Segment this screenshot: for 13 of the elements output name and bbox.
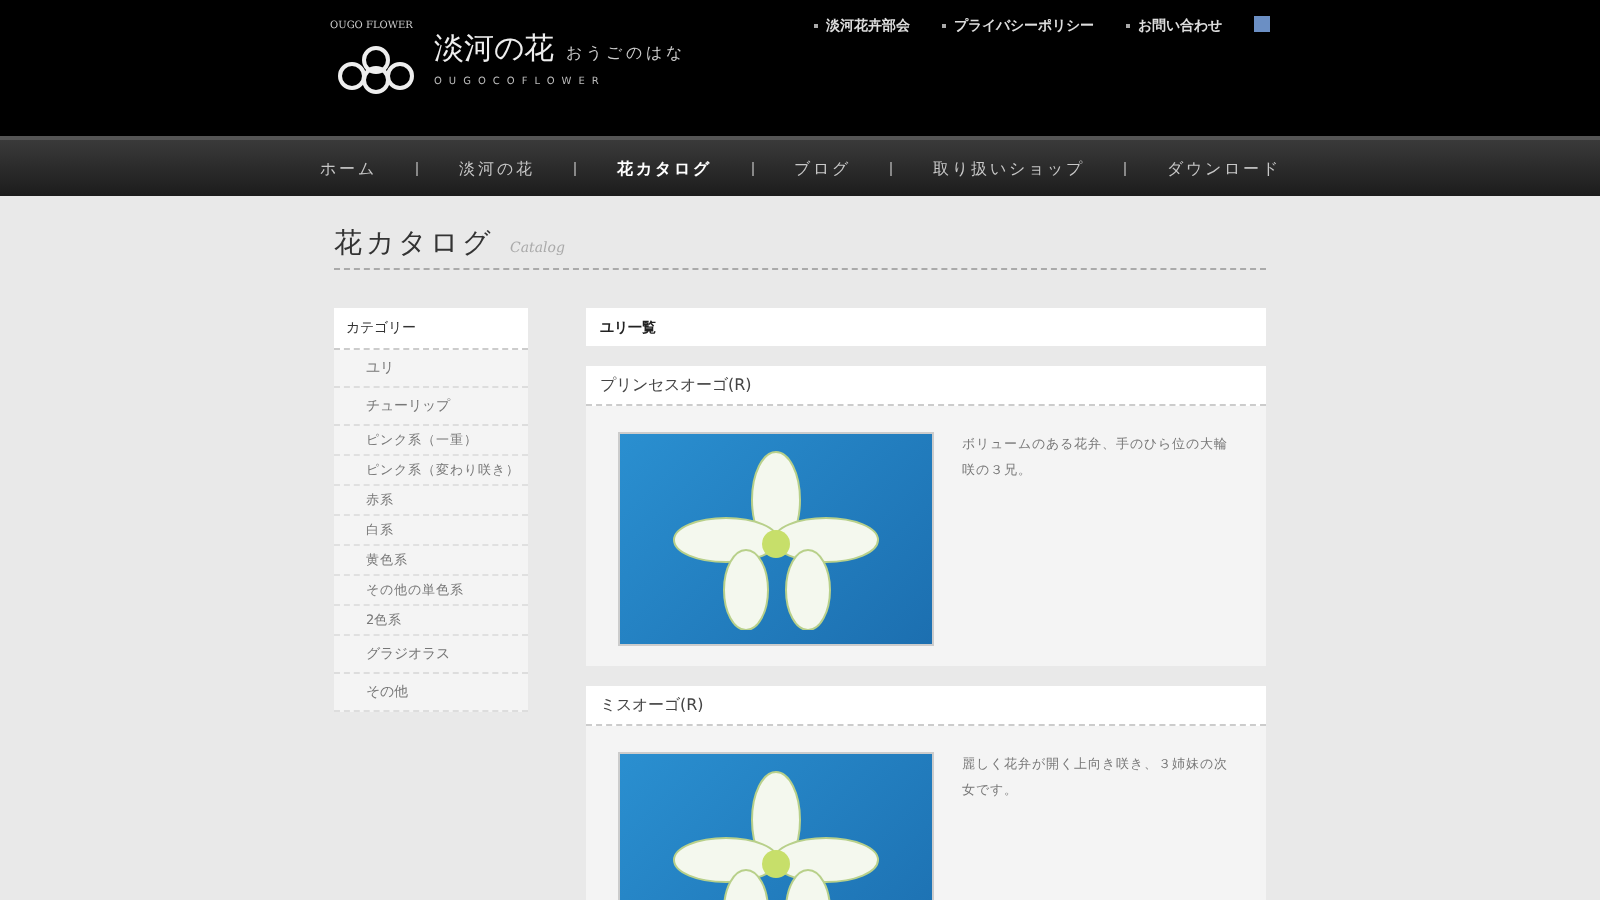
nav-tab[interactable]: 花カタログ xyxy=(604,157,724,179)
product-title: プリンセスオーゴ(R) xyxy=(586,366,1266,406)
nav-tab[interactable]: 淡河の花 xyxy=(446,157,547,179)
nav-tab[interactable]: ブログ xyxy=(781,157,863,179)
nav-tab[interactable]: ダウンロード xyxy=(1154,157,1293,179)
product-title: ミスオーゴ(R) xyxy=(586,686,1266,726)
site-name-reading: おうごのはな xyxy=(566,41,686,63)
site-name: 淡河の花 xyxy=(434,29,554,67)
social-icon[interactable] xyxy=(1254,16,1270,32)
rings-logo-icon xyxy=(336,40,416,96)
nav-tab[interactable]: ホーム xyxy=(307,157,389,179)
nav-tab[interactable]: 取り扱いショップ xyxy=(920,157,1097,179)
page-title: 花カタログ xyxy=(334,226,494,262)
